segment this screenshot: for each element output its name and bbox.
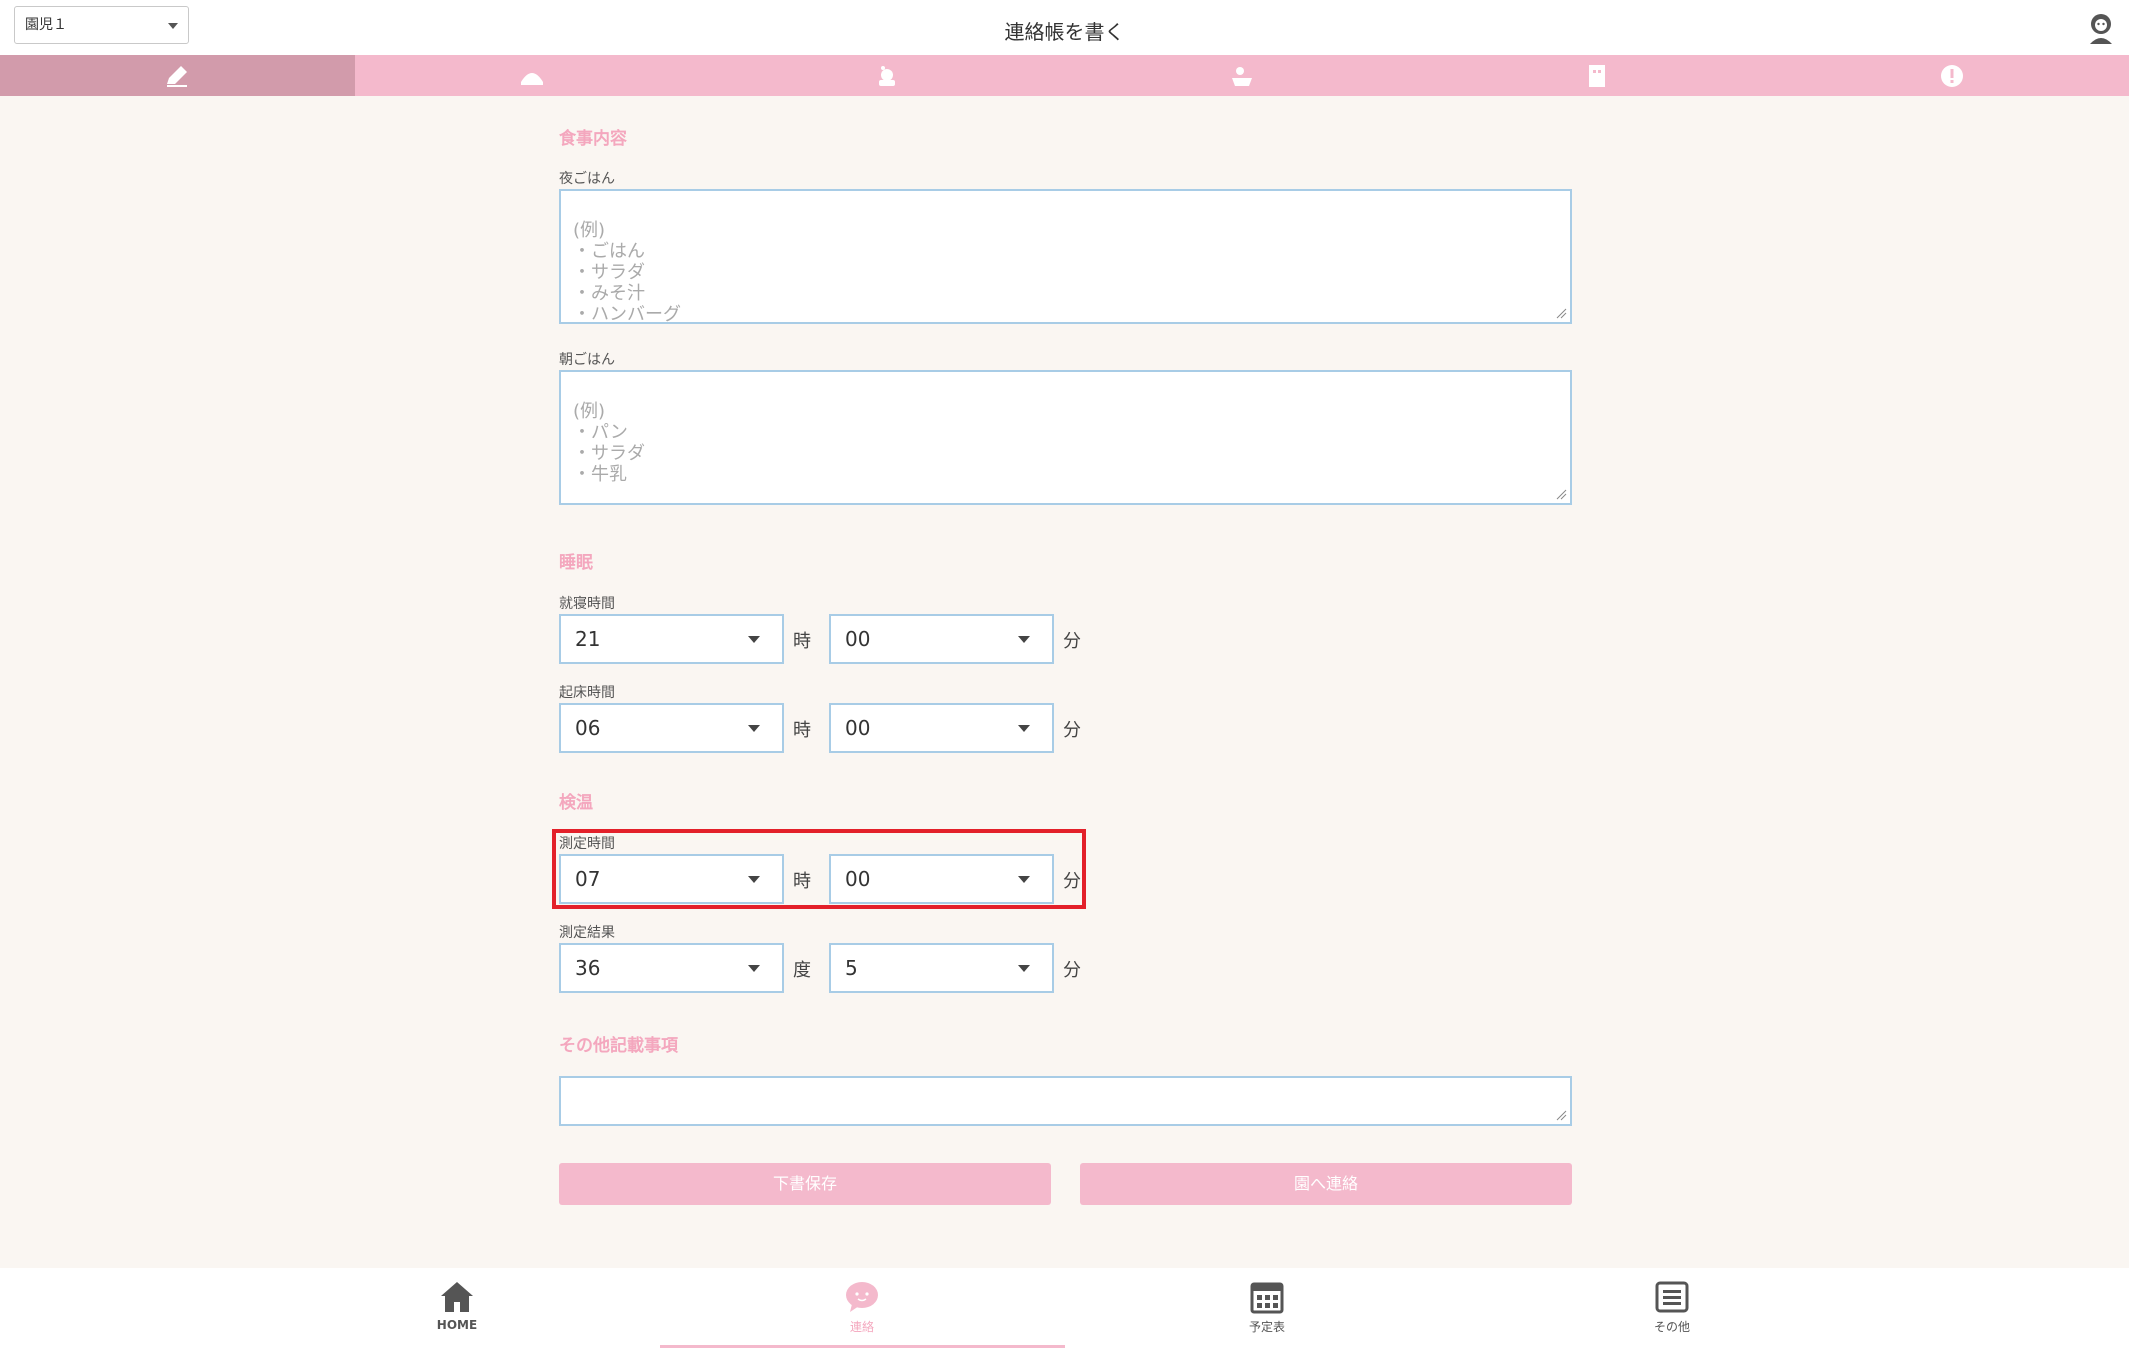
alert-icon: [1940, 64, 1963, 87]
bedtime-minute-select[interactable]: 00: [829, 614, 1054, 664]
notebook-icon: [1588, 64, 1605, 87]
user-avatar-icon[interactable]: [2087, 12, 2115, 44]
measure-hour-select[interactable]: 07: [559, 854, 784, 904]
bedtime-hour-value: 21: [575, 627, 601, 651]
measure-result-label: 測定結果: [559, 925, 615, 941]
sleep-icon: [879, 65, 896, 86]
meal-section-title: 食事内容: [559, 129, 627, 149]
minute-unit: 分: [1063, 720, 1081, 741]
bedtime-minute-value: 00: [845, 627, 871, 651]
minute-unit: 分: [1063, 871, 1081, 892]
measure-minute-select[interactable]: 00: [829, 854, 1054, 904]
temperature-degree-select[interactable]: 36: [559, 943, 784, 993]
dinner-textarea[interactable]: (例) ・ごはん ・サラダ ・みそ汁 ・ハンバーグ: [559, 189, 1572, 324]
save-draft-button[interactable]: 下書保存: [559, 1163, 1051, 1205]
tab-alert[interactable]: [1774, 55, 2129, 96]
sleep-section-title: 睡眠: [559, 553, 593, 573]
temperature-degree-value: 36: [575, 956, 601, 980]
nav-item-contact[interactable]: 連絡: [659, 1268, 1065, 1350]
hour-unit: 時: [793, 720, 811, 741]
wake-minute-value: 00: [845, 716, 871, 740]
nav-label-schedule: 予定表: [1248, 1320, 1285, 1334]
wake-hour-select[interactable]: 06: [559, 703, 784, 753]
temperature-decimal-select[interactable]: 5: [829, 943, 1054, 993]
tab-meal[interactable]: [355, 55, 710, 96]
resize-grip-icon[interactable]: [1555, 488, 1567, 500]
chat-icon: [846, 1282, 878, 1312]
breakfast-placeholder: (例) ・パン ・サラダ ・牛乳: [573, 401, 645, 485]
hour-unit: 時: [793, 871, 811, 892]
tab-notebook[interactable]: [1419, 55, 1774, 96]
wake-hour-value: 06: [575, 716, 601, 740]
other-notes-textarea[interactable]: [559, 1076, 1572, 1126]
measure-time-label: 測定時間: [559, 836, 615, 852]
bedtime-hour-select[interactable]: 21: [559, 614, 784, 664]
temperature-decimal-value: 5: [845, 956, 858, 980]
category-tabs: [0, 55, 2129, 96]
tab-write[interactable]: [0, 55, 355, 96]
nav-label-home: HOME: [436, 1318, 478, 1332]
minute-unit: 分: [1063, 960, 1081, 981]
wake-minute-select[interactable]: 00: [829, 703, 1054, 753]
temperature-section-title: 検温: [559, 793, 593, 813]
chevron-down-icon: [1018, 965, 1030, 972]
header-bar: 園児１ 連絡帳を書く: [0, 0, 2129, 55]
page-title: 連絡帳を書く: [1004, 20, 1125, 44]
hour-unit: 時: [793, 631, 811, 652]
degree-unit: 度: [793, 960, 811, 981]
chevron-down-icon: [748, 725, 760, 732]
resize-grip-icon[interactable]: [1555, 307, 1567, 319]
bedtime-label: 就寝時間: [559, 596, 615, 612]
tab-bath[interactable]: [1064, 55, 1419, 96]
pencil-icon: [167, 65, 188, 87]
calendar-icon: [1250, 1282, 1284, 1314]
chevron-down-icon: [748, 636, 760, 643]
tab-sleep[interactable]: [710, 55, 1065, 96]
nav-item-schedule[interactable]: 予定表: [1065, 1268, 1470, 1350]
bath-icon: [1231, 66, 1252, 86]
nav-item-other[interactable]: その他: [1470, 1268, 1875, 1350]
chevron-down-icon: [748, 876, 760, 883]
nav-label-other: その他: [1653, 1320, 1690, 1334]
resize-grip-icon[interactable]: [1555, 1109, 1567, 1121]
wake-label: 起床時間: [559, 685, 615, 701]
menu-icon: [1655, 1281, 1689, 1313]
dinner-placeholder: (例) ・ごはん ・サラダ ・みそ汁 ・ハンバーグ: [573, 220, 681, 324]
chevron-down-icon: [1018, 876, 1030, 883]
dinner-label: 夜ごはん: [559, 171, 615, 187]
food-icon: [521, 72, 544, 85]
bottom-nav: HOME 連絡 予定表 その他: [0, 1268, 2129, 1350]
nav-label-contact: 連絡: [849, 1320, 874, 1334]
chevron-down-icon: [1018, 725, 1030, 732]
measure-minute-value: 00: [845, 867, 871, 891]
other-section-title: その他記載事項: [559, 1036, 678, 1056]
chevron-down-icon: [1018, 636, 1030, 643]
chevron-down-icon: [748, 965, 760, 972]
breakfast-textarea[interactable]: (例) ・パン ・サラダ ・牛乳: [559, 370, 1572, 505]
send-to-school-button[interactable]: 園へ連絡: [1080, 1163, 1572, 1205]
measure-hour-value: 07: [575, 867, 601, 891]
nav-item-home[interactable]: HOME: [255, 1268, 660, 1350]
home-icon: [441, 1282, 473, 1312]
minute-unit: 分: [1063, 631, 1081, 652]
breakfast-label: 朝ごはん: [559, 352, 615, 368]
